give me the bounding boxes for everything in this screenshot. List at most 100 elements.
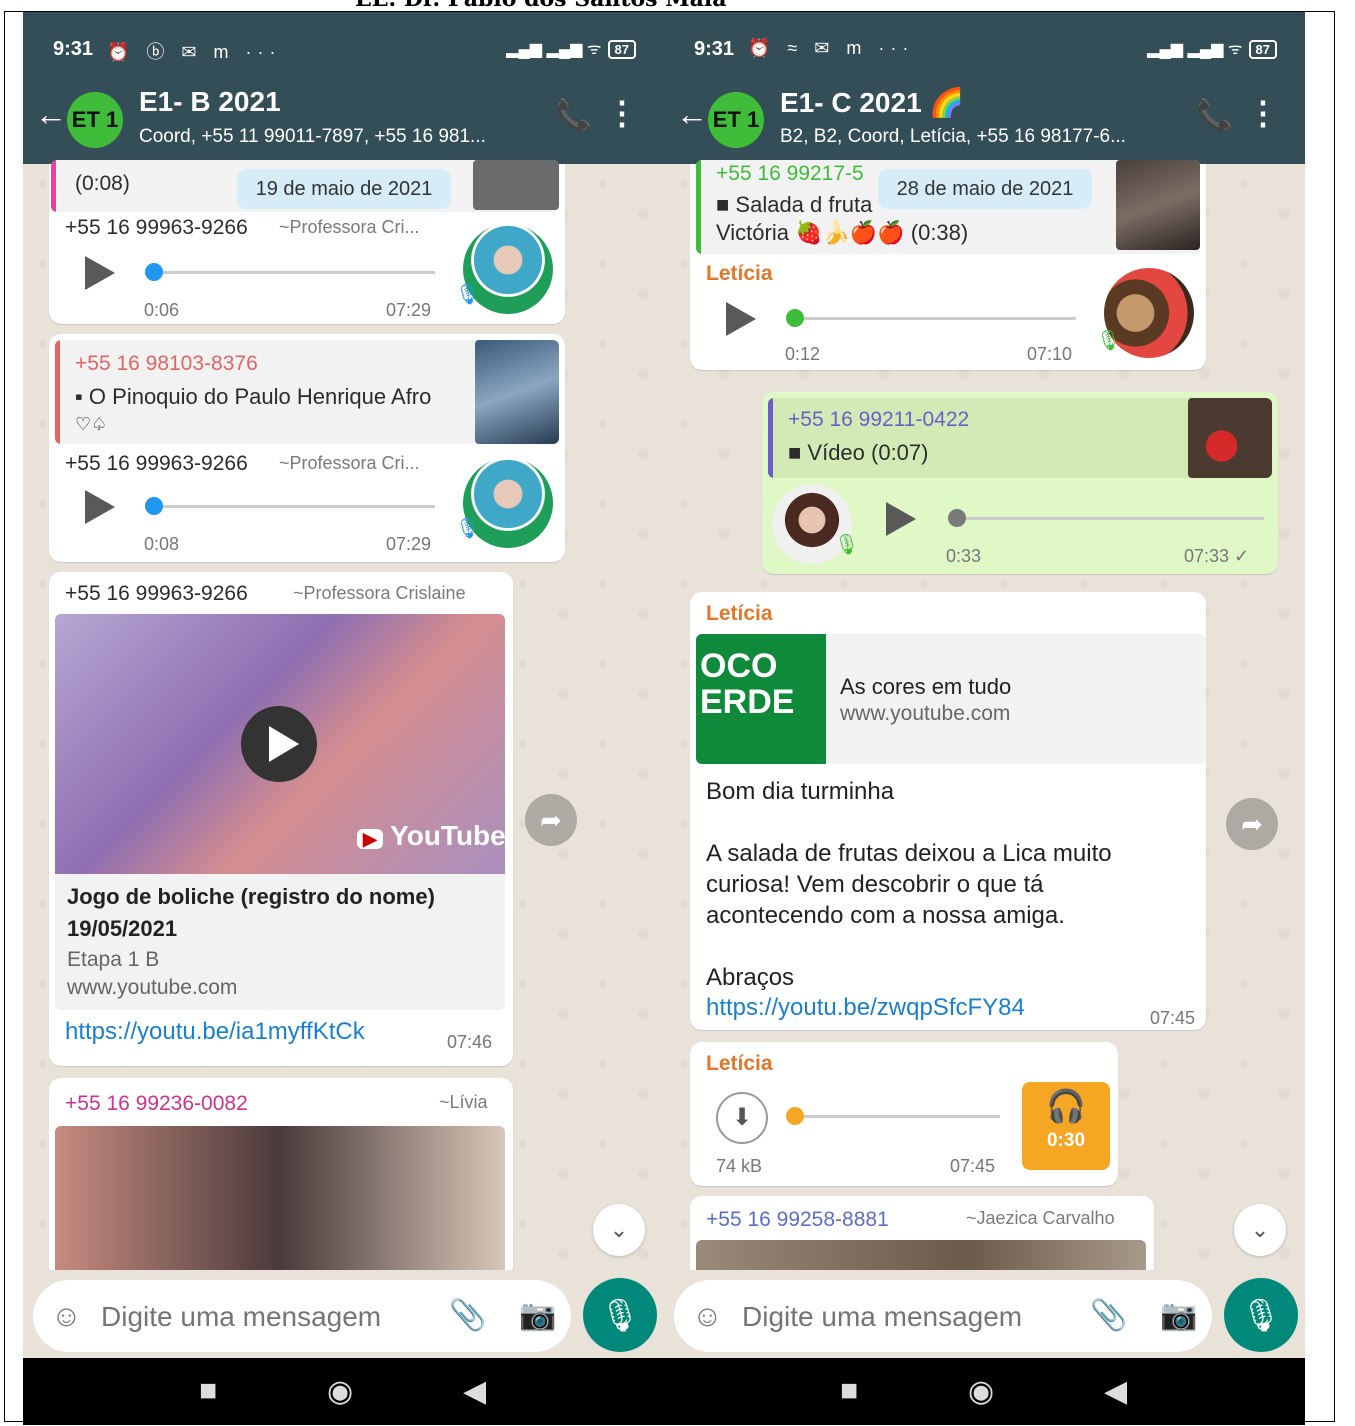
- sender-number[interactable]: +55 16 99236-0082: [65, 1092, 248, 1116]
- quoted-text: ▪ O Pinoquio do Paulo Henrique Afro: [75, 384, 432, 409]
- link-thumbnail: OCO ERDE: [696, 634, 826, 764]
- recents-icon[interactable]: ■: [840, 1374, 858, 1408]
- sender-name[interactable]: Letícia: [706, 602, 773, 626]
- attach-icon[interactable]: 📎: [1090, 1298, 1127, 1333]
- audio-track[interactable]: [794, 1115, 1000, 1118]
- link-domain: www.youtube.com: [840, 702, 1011, 725]
- emoji-icon[interactable]: ☺: [51, 1300, 82, 1334]
- emoji-icon[interactable]: ☺: [692, 1300, 723, 1334]
- scroll-down-button[interactable]: ⌄: [593, 1204, 645, 1256]
- play-button[interactable]: [241, 706, 317, 782]
- chat-area[interactable]: +55 16 99217-5 ■ Salada d fruta Victória…: [664, 160, 1305, 1300]
- back-nav-icon[interactable]: ◀: [1104, 1374, 1127, 1409]
- audio-scrubber[interactable]: [948, 509, 966, 527]
- play-icon[interactable]: [886, 502, 916, 536]
- mic-button[interactable]: 🎙: [583, 1278, 657, 1352]
- chat-title[interactable]: E1- B 2021: [139, 86, 281, 118]
- audio-scrubber[interactable]: [145, 263, 163, 281]
- quoted-text-2: ♡♤: [75, 414, 108, 434]
- quoted-sender: +55 16 99211-0422: [788, 408, 970, 431]
- sender-number[interactable]: +55 16 99963-9266: [65, 582, 248, 606]
- message-time: 07:33 ✓: [1184, 546, 1250, 566]
- quoted-message[interactable]: +55 16 98103-8376 ▪ O Pinoquio do Paulo …: [55, 340, 559, 444]
- mic-button[interactable]: 🎙: [1224, 1278, 1298, 1352]
- headphones-icon: 🎧: [1046, 1088, 1086, 1124]
- audio-track[interactable]: [153, 505, 435, 508]
- sender-number[interactable]: +55 16 99963-9266: [65, 452, 248, 476]
- audio-scrubber[interactable]: [786, 1107, 804, 1125]
- message-time: 07:46: [447, 1032, 493, 1052]
- text-link-message[interactable]: Letícia OCO ERDE As cores em tudo www.yo…: [690, 592, 1206, 1030]
- play-icon[interactable]: [85, 490, 115, 524]
- message-input[interactable]: [99, 1296, 403, 1338]
- message-input-container[interactable]: ☺ 📎 📷: [674, 1280, 1212, 1352]
- home-icon[interactable]: ◉: [327, 1374, 353, 1409]
- sender-number[interactable]: +55 16 99963-9266: [65, 216, 248, 240]
- audio-duration: 0:30: [1046, 1130, 1086, 1151]
- image-thumbnail[interactable]: [55, 1126, 505, 1286]
- message-link[interactable]: https://youtu.be/ia1myffKtCk: [65, 1018, 365, 1046]
- outgoing-voice-message[interactable]: +55 16 99211-0422 ■ Vídeo (0:07) 🎙 0:33 …: [762, 392, 1278, 574]
- notification-icons: ⏰ ≈ ✉ m ···: [748, 38, 915, 58]
- message-time: 07:10: [1027, 344, 1073, 364]
- group-avatar[interactable]: ET 1: [708, 92, 764, 148]
- message-input[interactable]: [740, 1296, 1044, 1338]
- message-text: Bom dia turminha: [706, 778, 895, 805]
- quoted-message[interactable]: +55 16 99211-0422 ■ Vídeo (0:07): [768, 398, 1272, 478]
- play-icon[interactable]: [726, 302, 756, 336]
- attach-icon[interactable]: 📎: [449, 1298, 486, 1333]
- audio-track[interactable]: [794, 317, 1076, 320]
- back-arrow-icon[interactable]: ←: [676, 96, 708, 133]
- video-thumbnail[interactable]: ▶ YouTube: [55, 614, 505, 874]
- voice-message[interactable]: +55 16 98103-8376 ▪ O Pinoquio do Paulo …: [49, 334, 565, 562]
- signal-wifi-icon: ▂▄▆ ▂▄▆ ᯤ: [1147, 41, 1243, 58]
- download-icon[interactable]: ⬇: [716, 1092, 768, 1144]
- link-preview[interactable]: OCO ERDE As cores em tudo www.youtube.co…: [696, 634, 1206, 764]
- recents-icon[interactable]: ■: [199, 1374, 217, 1408]
- message-input-container[interactable]: ☺ 📎 📷: [33, 1280, 571, 1352]
- status-time: 9:31: [53, 38, 94, 60]
- forward-icon[interactable]: ➦: [1226, 798, 1278, 850]
- quoted-text-body: Salada d fruta: [735, 192, 873, 217]
- link-preview[interactable]: ▶ YouTube Jogo de boliche (registro do n…: [55, 614, 505, 1010]
- sender-alias: ~Professora Cri...: [279, 217, 420, 237]
- link-subtitle: Etapa 1 B: [67, 948, 160, 971]
- audio-duration: 0:33: [946, 546, 982, 566]
- audio-scrubber[interactable]: [786, 309, 804, 327]
- back-nav-icon[interactable]: ◀: [463, 1374, 486, 1409]
- message-time: 07:45: [950, 1156, 996, 1176]
- chat-title[interactable]: E1- C 2021 🌈: [780, 86, 964, 119]
- status-bar: 9:31 ⏰ ⓑ ✉ m ··· ▂▄▆ ▂▄▆ ᯤ 87: [23, 12, 664, 72]
- battery-icon: 87: [1248, 40, 1277, 59]
- audio-scrubber[interactable]: [145, 497, 163, 515]
- image-message[interactable]: +55 16 99236-0082 ~Lívia: [49, 1078, 513, 1286]
- camera-icon[interactable]: 📷: [1160, 1298, 1197, 1333]
- youtube-logo: ▶ YouTube: [357, 820, 505, 852]
- more-menu-icon[interactable]: ⋮: [1247, 94, 1279, 132]
- sender-name[interactable]: Letícia: [706, 1052, 773, 1076]
- chat-participants[interactable]: B2, B2, Coord, Letícia, +55 16 98177-6..…: [780, 126, 1126, 148]
- message-link[interactable]: https://youtu.be/zwqpSfcFY84: [706, 994, 1025, 1022]
- android-nav-bar: ■ ◉ ◀: [23, 1358, 664, 1425]
- audio-file-message[interactable]: Letícia ⬇ 74 kB 07:45 🎧 0:30: [690, 1042, 1118, 1186]
- message-text: Abraços: [706, 964, 795, 991]
- camera-icon[interactable]: 📷: [519, 1298, 556, 1333]
- home-icon[interactable]: ◉: [968, 1374, 994, 1409]
- youtube-link-message[interactable]: +55 16 99963-9266 ~Professora Crislaine …: [49, 572, 513, 1066]
- sender-number[interactable]: +55 16 99258-8881: [706, 1208, 889, 1232]
- forward-icon[interactable]: ➦: [525, 794, 577, 846]
- audio-track[interactable]: [956, 517, 1264, 520]
- back-arrow-icon[interactable]: ←: [35, 96, 67, 133]
- chat-participants[interactable]: Coord, +55 11 99011-7897, +55 16 981...: [139, 126, 486, 148]
- scroll-down-button[interactable]: ⌄: [1234, 1204, 1286, 1256]
- add-call-icon[interactable]: 📞: [1196, 98, 1233, 133]
- add-call-icon[interactable]: 📞: [555, 98, 592, 133]
- audio-track[interactable]: [153, 271, 435, 274]
- youtube-wordmark: YouTube: [390, 820, 505, 851]
- more-menu-icon[interactable]: ⋮: [606, 94, 638, 132]
- composer: ☺ 📎 📷 🎙: [23, 1270, 664, 1362]
- chat-area[interactable]: (0:08) +55 16 99963-9266 ~Professora Cri…: [23, 160, 664, 1286]
- play-icon[interactable]: [85, 256, 115, 290]
- group-avatar[interactable]: ET 1: [67, 92, 123, 148]
- sender-name[interactable]: Letícia: [706, 262, 773, 286]
